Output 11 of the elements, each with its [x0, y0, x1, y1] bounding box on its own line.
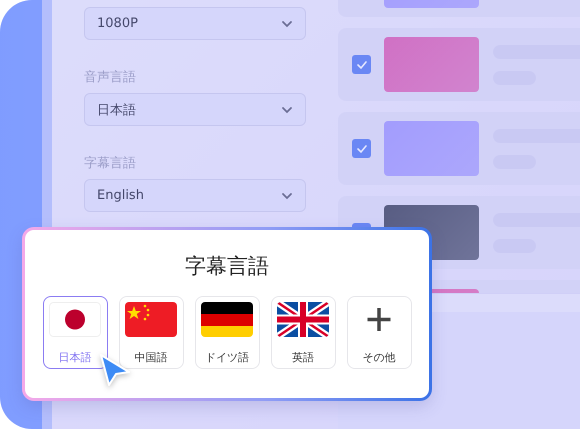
dropdown[interactable]: English: [84, 179, 306, 212]
language-option[interactable]: その他: [346, 296, 412, 369]
language-option[interactable]: ドイツ語: [194, 296, 260, 369]
language-option[interactable]: 中国語: [118, 296, 184, 369]
dropdown[interactable]: 1080P: [84, 7, 306, 40]
dropdown[interactable]: 日本語: [84, 93, 306, 126]
field-label: 字幕言語: [84, 155, 137, 172]
field-label: 音声言語: [84, 69, 137, 86]
language-option[interactable]: 英語: [270, 296, 336, 369]
language-option[interactable]: 日本語: [42, 296, 108, 369]
popup-title: 字幕言語: [185, 253, 269, 280]
